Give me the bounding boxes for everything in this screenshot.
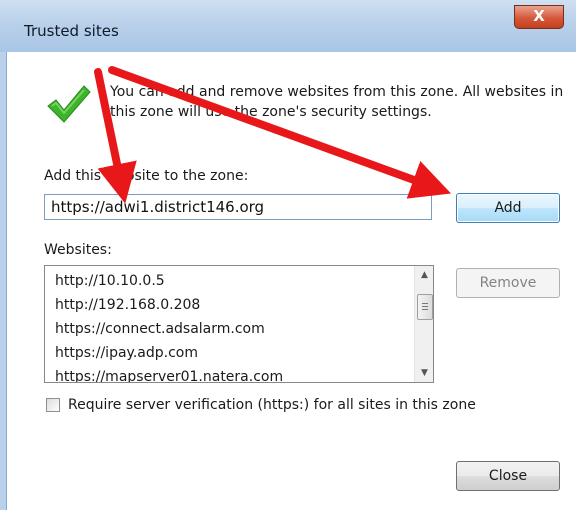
require-verification-checkbox[interactable]	[46, 398, 60, 412]
list-item[interactable]: https://mapserver01.natera.com	[55, 366, 283, 382]
list-item[interactable]: https://connect.adsalarm.com	[55, 318, 265, 340]
checkmark-icon	[47, 85, 91, 123]
list-item[interactable]: http://10.10.0.5	[55, 270, 165, 292]
window-title: Trusted sites	[24, 22, 119, 40]
website-url-input[interactable]	[44, 194, 432, 220]
websites-label: Websites:	[44, 242, 112, 258]
scroll-down-icon[interactable]: ▼	[415, 364, 433, 382]
scroll-thumb[interactable]	[417, 294, 433, 320]
window-close-button[interactable]: X	[514, 5, 564, 29]
title-bar: Trusted sites X	[0, 0, 576, 53]
list-item[interactable]: http://192.168.0.208	[55, 294, 200, 316]
close-button[interactable]: Close	[456, 461, 560, 491]
zone-description: You can add and remove websites from thi…	[110, 84, 564, 120]
list-item[interactable]: https://ipay.adp.com	[55, 342, 198, 364]
remove-button[interactable]: Remove	[456, 268, 560, 298]
list-scrollbar[interactable]: ▲ ▼	[414, 266, 433, 382]
require-verification-label: Require server verification (https:) for…	[68, 397, 476, 413]
add-button[interactable]: Add	[456, 193, 560, 223]
websites-list[interactable]: http://10.10.0.5 http://192.168.0.208 ht…	[44, 265, 434, 383]
scroll-up-icon[interactable]: ▲	[415, 266, 433, 284]
add-website-label: Add this website to the zone:	[44, 168, 249, 184]
